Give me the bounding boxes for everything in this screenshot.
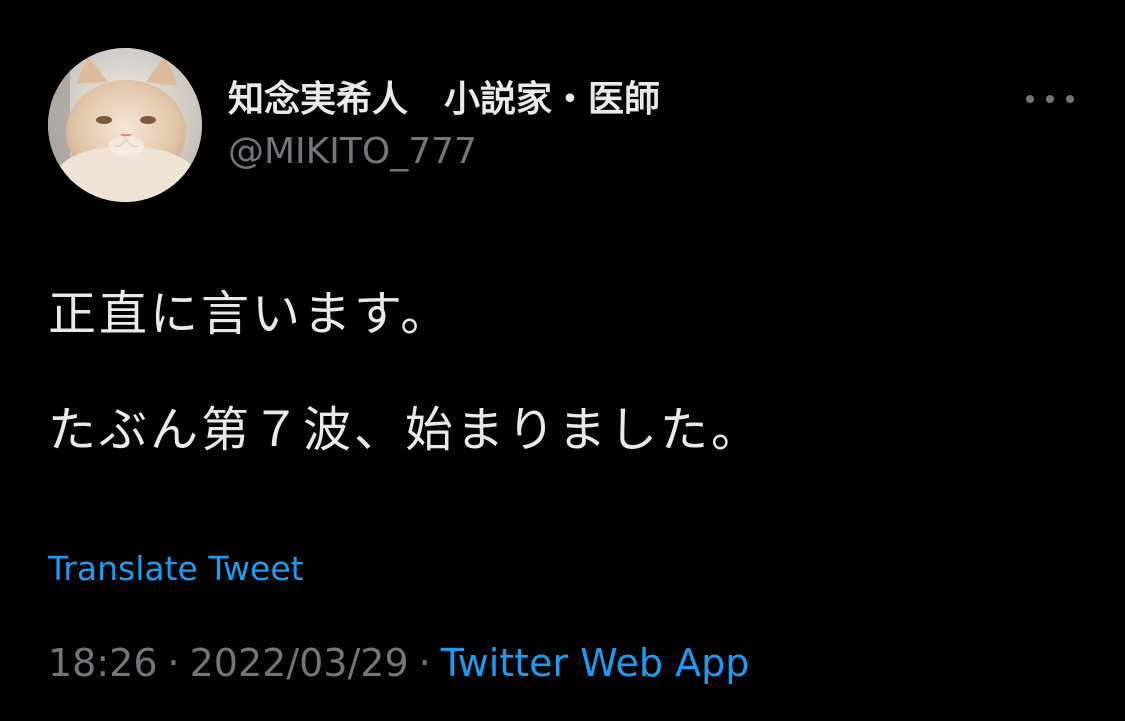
cat-photo-avatar — [48, 48, 202, 202]
separator: · — [167, 641, 180, 685]
tweet-text-line: たぶん第７波、始まりました。 — [48, 402, 763, 458]
tweet-text-line: 正直に言います。 — [48, 286, 452, 342]
more-horizontal-icon[interactable] — [1026, 84, 1074, 114]
translate-tweet-link[interactable]: Translate Tweet — [48, 549, 304, 589]
more-dot — [1026, 95, 1034, 103]
tweet-source-link[interactable]: Twitter Web App — [441, 641, 750, 685]
tweet-metadata: 18:26 · 2022/03/29 · Twitter Web App — [48, 640, 749, 686]
author-display-name[interactable]: 知念実希人 小説家・医師 — [228, 78, 660, 122]
more-dot — [1066, 95, 1074, 103]
more-dot — [1046, 95, 1054, 103]
author-handle[interactable]: @MIKITO_777 — [228, 130, 477, 174]
separator: · — [418, 641, 431, 685]
tweet-time[interactable]: 18:26 — [48, 641, 158, 685]
tweet: 知念実希人 小説家・医師 @MIKITO_777 正直に言います。 たぶん第７波… — [0, 0, 1125, 721]
avatar[interactable] — [48, 48, 202, 202]
tweet-date[interactable]: 2022/03/29 — [190, 641, 409, 685]
